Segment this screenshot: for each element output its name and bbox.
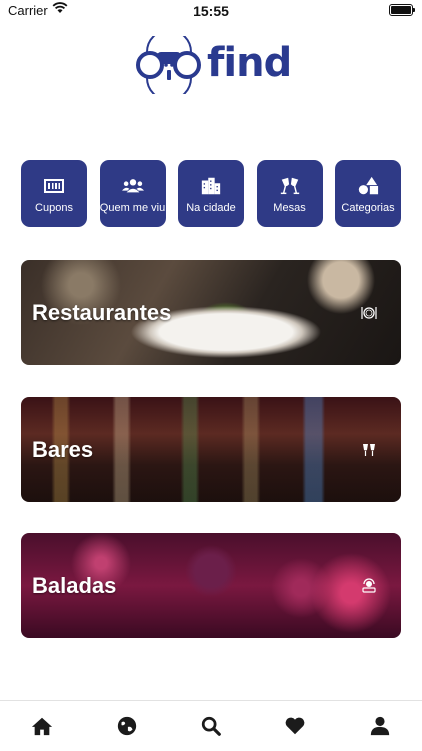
tab-profile[interactable]: [360, 706, 400, 746]
cupons-label: Cupons: [35, 202, 73, 214]
mesas-button[interactable]: Mesas: [256, 160, 323, 227]
dj-icon: [362, 577, 376, 593]
mesas-label: Mesas: [273, 202, 306, 214]
status-bar: Carrier 15:55: [0, 0, 422, 22]
shapes-icon: [358, 176, 379, 195]
na-cidade-label: Na cidade: [186, 202, 236, 214]
wine-glasses-icon: [363, 443, 375, 456]
city-icon: [201, 177, 221, 195]
user-icon: [370, 716, 389, 736]
tab-home[interactable]: [22, 706, 62, 746]
plate-cutlery-icon: [361, 306, 377, 319]
battery-icon: [389, 4, 415, 16]
restaurantes-card[interactable]: Restaurantes: [21, 260, 401, 365]
bares-title: Bares: [32, 436, 94, 462]
logo-wordmark: find: [207, 40, 292, 86]
na-cidade-button[interactable]: Na cidade: [178, 160, 244, 227]
cupons-button[interactable]: Cupons: [21, 160, 87, 227]
quem-me-viu-button[interactable]: Quem me viu: [99, 160, 166, 227]
baladas-title: Baladas: [32, 572, 117, 598]
quick-actions: Cupons Quem me viu Na cidade Mesas Categ…: [21, 160, 401, 227]
bares-card[interactable]: Bares: [21, 397, 401, 502]
globe-icon: [117, 716, 136, 736]
heart-icon: [286, 717, 305, 735]
app-logo: find: [133, 29, 292, 101]
restaurantes-title: Restaurantes: [32, 299, 172, 325]
binoculars-icon: [136, 29, 201, 101]
ticket-icon: [44, 179, 64, 193]
users-icon: [121, 179, 144, 193]
home-icon: [32, 717, 53, 736]
tab-favorites[interactable]: [275, 706, 315, 746]
categorias-button[interactable]: Categorias: [335, 160, 401, 227]
baladas-card[interactable]: Baladas: [21, 533, 401, 638]
search-icon: [201, 716, 221, 736]
clock: 15:55: [193, 3, 229, 19]
categorias-label: Categorias: [341, 202, 395, 214]
cheers-icon: [280, 177, 299, 195]
tab-explore[interactable]: [107, 706, 147, 746]
quem-me-viu-label: Quem me viu: [99, 202, 166, 214]
tab-bar: [0, 700, 422, 751]
tab-search[interactable]: [191, 706, 231, 746]
